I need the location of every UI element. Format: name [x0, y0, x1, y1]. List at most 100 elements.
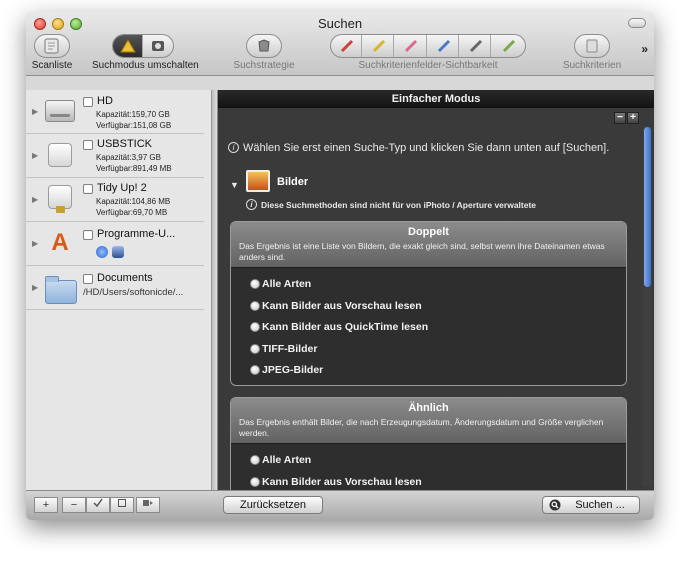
lock-icon	[56, 206, 65, 213]
radio-button[interactable]	[250, 476, 260, 487]
pencil-blue-icon[interactable]	[429, 35, 460, 57]
toolbar-overflow-button[interactable]: »	[641, 42, 648, 56]
radio-button[interactable]	[250, 365, 260, 375]
pencil-red-icon[interactable]	[332, 35, 363, 57]
check-all-button[interactable]	[86, 497, 110, 513]
search-option[interactable]: Alle Arten	[231, 450, 626, 472]
sidebar-checkbox-programme[interactable]	[83, 230, 93, 240]
disclosure-arrow-icon[interactable]: ▶	[32, 151, 38, 160]
disclosure-arrow-icon[interactable]: ▶	[32, 195, 38, 204]
scan-list-button[interactable]	[34, 34, 70, 58]
hard-disk-icon	[45, 100, 75, 122]
radio-button[interactable]	[250, 455, 260, 465]
uncheck-all-button[interactable]	[110, 497, 134, 513]
sidebar-checkbox-tidy-up[interactable]	[83, 184, 93, 194]
info-icon: i	[228, 142, 239, 153]
available-text: Verfügbar:891,49 MB	[96, 164, 172, 173]
system-app-icon	[112, 246, 124, 258]
vertical-scrollbar[interactable]	[643, 127, 652, 487]
instruction-label: Wählen Sie erst einen Suche-Typ und klic…	[243, 142, 610, 154]
capacity-text: Kapazität:159,70 GB	[96, 110, 170, 119]
available-text: Verfügbar:69,70 MB	[96, 208, 168, 217]
search-window: Suchen Scanliste Suchmodus umschalten Su…	[26, 12, 654, 520]
remove-button[interactable]: −	[62, 497, 86, 513]
action-icon	[143, 500, 153, 506]
bottom-bar: + − Zurücksetzen Suchen ...	[26, 490, 654, 520]
search-strategy-label: Suchstrategie	[233, 60, 295, 71]
radio-button[interactable]	[250, 322, 260, 332]
sidebar-item-name: Tidy Up! 2	[97, 182, 147, 194]
empty-box-icon	[118, 499, 126, 507]
expand-button[interactable]: +	[627, 112, 639, 124]
scrollbar-thumb[interactable]	[644, 127, 651, 287]
option-label: TIFF-Bilder	[262, 342, 318, 355]
sidebar-item-name: Programme-U...	[97, 228, 176, 240]
sidebar-item-usbstick[interactable]: ▶ USBSTICK Kapazität:3,97 GB Verfügbar:8…	[26, 134, 204, 178]
iphoto-note: i Diese Suchmethoden sind nicht für von i…	[246, 199, 536, 210]
panel-header: Ähnlich Das Ergebnis enthält Bilder, die…	[231, 398, 626, 444]
search-option[interactable]: TIFF-Bilder	[231, 339, 626, 361]
visibility-toggle-group[interactable]	[330, 34, 526, 58]
toolbar-toggle-button[interactable]	[628, 18, 646, 28]
visibility-label: Suchkriterienfelder-Sichtbarkeit	[358, 60, 498, 71]
sidebar-checkbox-hd[interactable]	[83, 97, 93, 107]
disclosure-arrow-icon[interactable]: ▶	[32, 107, 38, 116]
search-option[interactable]: Alle Arten	[231, 274, 626, 296]
option-label: Kann Bilder aus Vorschau lesen	[262, 299, 422, 312]
simple-mode-icon[interactable]	[113, 35, 143, 57]
search-option[interactable]: Kann Bilder aus Vorschau lesen	[231, 472, 626, 491]
search-button[interactable]: Suchen ...	[542, 496, 640, 514]
panel-title: Ähnlich	[408, 402, 449, 414]
scan-list-sidebar: ▶ HD Kapazität:159,70 GB Verfügbar:151,0…	[26, 90, 212, 490]
search-criteria-label: Suchkriterien	[562, 60, 622, 71]
search-criteria-button[interactable]	[574, 34, 610, 58]
sidebar-checkbox-documents[interactable]	[83, 274, 93, 284]
disclosure-arrow-icon[interactable]: ▶	[32, 283, 38, 292]
radio-button[interactable]	[250, 279, 260, 289]
panel-description: Das Ergebnis ist eine Liste von Bildern,…	[239, 241, 605, 262]
strategy-icon	[249, 35, 279, 57]
capacity-text: Kapazität:104,86 MB	[96, 197, 171, 206]
pencil-yellow-icon[interactable]	[364, 35, 395, 57]
advanced-mode-icon[interactable]	[143, 35, 173, 57]
category-disclosure-icon[interactable]: ▼	[230, 180, 239, 190]
folder-path-text: /HD/Users/softonicde/...	[83, 287, 184, 298]
search-option[interactable]: JPEG-Bilder	[231, 360, 626, 382]
sidebar-item-programme[interactable]: ▶ A Programme-U...	[26, 222, 204, 266]
usb-drive-icon	[48, 143, 72, 167]
note-text: Diese Suchmethoden sind nicht für von iP…	[261, 200, 537, 210]
criteria-icon	[577, 35, 607, 57]
pencil-pink-icon[interactable]	[397, 35, 427, 57]
search-strategy-button[interactable]	[246, 34, 282, 58]
pencil-green-icon[interactable]	[494, 35, 524, 57]
sidebar-checkbox-usbstick[interactable]	[83, 140, 93, 150]
panel-header: Doppelt Das Ergebnis ist eine Liste von …	[231, 222, 626, 268]
sidebar-item-tidy-up[interactable]: ▶ Tidy Up! 2 Kapazität:104,86 MB Verfügb…	[26, 178, 204, 222]
sidebar-item-name: Documents	[97, 272, 153, 284]
folder-icon	[45, 276, 77, 304]
action-button[interactable]	[136, 497, 160, 513]
add-button[interactable]: +	[34, 497, 58, 513]
radio-button[interactable]	[250, 343, 260, 354]
sidebar-item-name: USBSTICK	[97, 138, 153, 150]
reset-button[interactable]: Zurücksetzen	[223, 496, 323, 514]
app-store-icon	[96, 246, 108, 258]
applications-icon: A	[51, 229, 69, 256]
pencil-gray-icon[interactable]	[461, 35, 492, 57]
radio-button[interactable]	[250, 300, 260, 311]
option-label: JPEG-Bilder	[262, 364, 324, 376]
search-mode-toggle[interactable]	[112, 34, 174, 58]
option-label: Alle Arten	[262, 278, 312, 290]
disclosure-arrow-icon[interactable]: ▶	[32, 239, 38, 248]
collapse-button[interactable]: −	[614, 112, 626, 124]
scan-list-icon	[37, 35, 67, 57]
search-type-panel-duplicate: Doppelt Das Ergebnis ist eine Liste von …	[230, 221, 627, 386]
sidebar-item-hd[interactable]: ▶ HD Kapazität:159,70 GB Verfügbar:151,0…	[26, 90, 204, 134]
search-type-panel-similar: Ähnlich Das Ergebnis enthält Bilder, die…	[230, 397, 627, 490]
search-option[interactable]: Kann Bilder aus Vorschau lesen	[231, 296, 626, 318]
mode-header: Einfacher Modus	[218, 90, 654, 108]
option-label: Kann Bilder aus Vorschau lesen	[262, 475, 422, 488]
info-icon: i	[246, 199, 257, 210]
search-option[interactable]: Kann Bilder aus QuickTime lesen	[231, 317, 626, 339]
sidebar-item-documents[interactable]: ▶ Documents /HD/Users/softonicde/...	[26, 266, 204, 310]
